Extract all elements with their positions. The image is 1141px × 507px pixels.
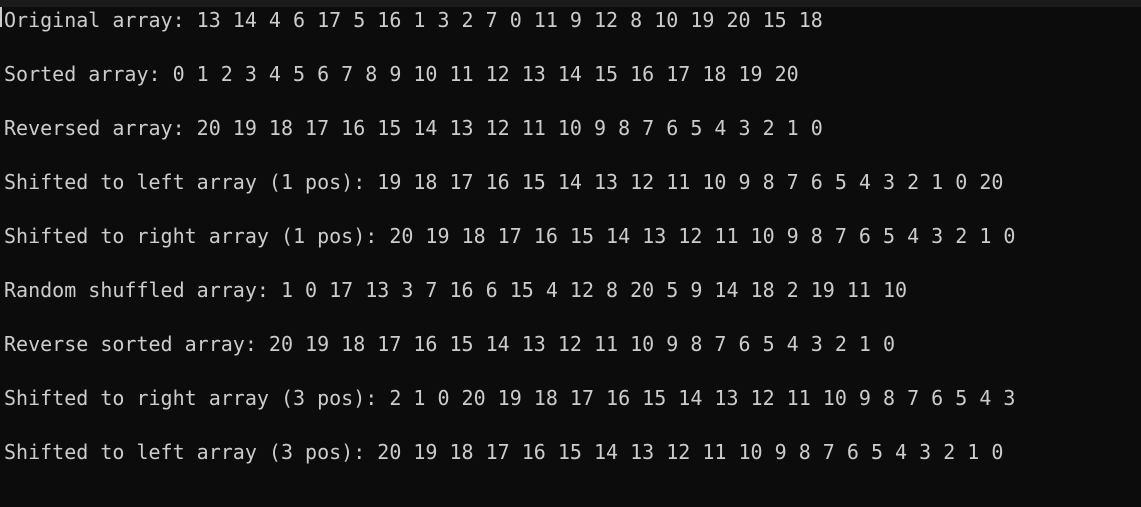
output-line-original: Original array: 13 14 4 6 17 5 16 1 3 2 …: [4, 8, 823, 32]
console-window[interactable]: Original array: 13 14 4 6 17 5 16 1 3 2 …: [0, 0, 1141, 507]
output-line-sorted: Sorted array: 0 1 2 3 4 5 6 7 8 9 10 11 …: [4, 62, 799, 86]
output-line-random-shuffled: Random shuffled array: 1 0 17 13 3 7 16 …: [4, 278, 908, 302]
output-line-reverse-sorted: Reverse sorted array: 20 19 18 17 16 15 …: [4, 332, 896, 356]
output-line-shift-left-1: Shifted to left array (1 pos): 19 18 17 …: [4, 170, 1004, 194]
output-line-shift-right-1: Shifted to right array (1 pos): 20 19 18…: [4, 224, 1016, 248]
window-top-edge: [0, 0, 1141, 7]
console-output: Original array: 13 14 4 6 17 5 16 1 3 2 …: [4, 9, 1015, 495]
output-line-reversed: Reversed array: 20 19 18 17 16 15 14 13 …: [4, 116, 823, 140]
output-line-shift-left-3: Shifted to left array (3 pos): 20 19 18 …: [4, 440, 1004, 464]
output-line-shift-right-3: Shifted to right array (3 pos): 2 1 0 20…: [4, 386, 1016, 410]
text-cursor-edge: [0, 7, 2, 27]
